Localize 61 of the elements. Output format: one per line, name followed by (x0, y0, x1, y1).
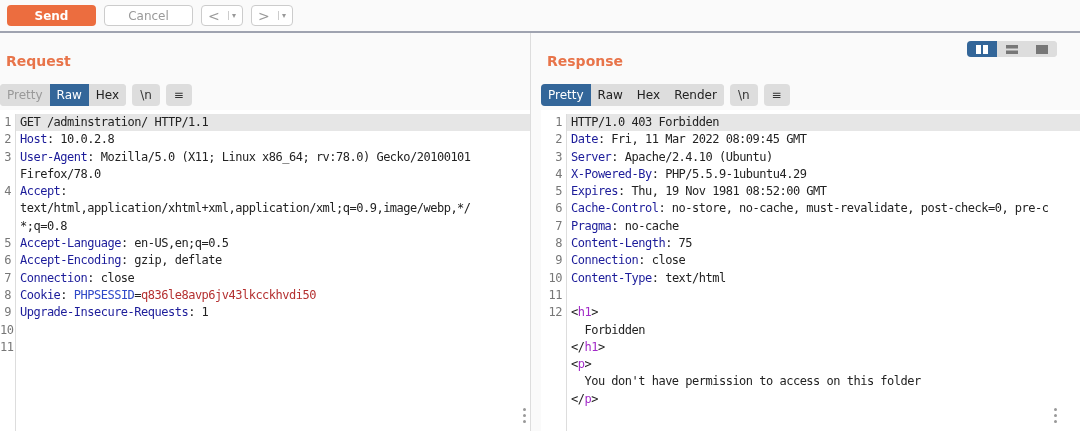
panel-title: Response (547, 53, 624, 71)
code-line: HTTP/1.0 403 Forbidden (571, 115, 719, 129)
menu-button[interactable]: ≡ (763, 84, 790, 106)
view-tab[interactable]: Pretty (541, 84, 591, 106)
menu-button[interactable]: ≡ (165, 84, 192, 106)
code-line: GET /adminstration/ HTTP/1.1 (20, 115, 209, 129)
code-line: Forbidden (583, 322, 645, 337)
code-line: </h1> (571, 339, 605, 354)
line-number: 6 (0, 252, 16, 270)
code-line: Content-Length: 75 (571, 236, 693, 251)
line-number: 4 (541, 165, 567, 184)
newline-button[interactable]: \n (132, 84, 160, 106)
rows-icon (1006, 44, 1018, 54)
line-number: 3 (541, 148, 567, 166)
line-number: 12 (541, 304, 567, 322)
code-line: Date: Fri, 11 Mar 2022 08:09:45 GMT (571, 132, 807, 147)
line-number: 10 (541, 269, 567, 287)
newline-button[interactable]: \n (729, 84, 758, 106)
line-number: 3 (0, 148, 16, 166)
line-number: 8 (0, 286, 16, 305)
code-line: <h1> (571, 305, 598, 320)
line-number: 6 (541, 200, 567, 218)
code-line: </p> (571, 391, 598, 406)
code-line: Cache-Control: no-store, no-cache, must-revalidate, post-check=0, pre-c (571, 201, 1049, 216)
line-number: 7 (0, 269, 16, 287)
code-line: Firefox/78.0 (20, 166, 101, 181)
line-number: 2 (541, 131, 567, 149)
line-number: 8 (541, 235, 567, 253)
code-line: Cookie: PHPSESSID=q836le8avp6jv43lkcckhvdi50 (20, 287, 316, 302)
code-line: Upgrade-Insecure-Requests: 1 (20, 305, 209, 320)
line-number: 7 (541, 217, 567, 236)
single-pane-icon (1036, 44, 1048, 54)
line-number: 5 (541, 183, 567, 201)
line-number: 11 (541, 286, 567, 305)
line-number: 5 (0, 235, 16, 253)
code-line: *;q=0.8 (20, 218, 68, 233)
line-number: 10 (0, 321, 16, 339)
line-number: 9 (541, 252, 567, 270)
code-line: Host: 10.0.2.8 (20, 132, 115, 147)
line-number: 9 (0, 304, 16, 322)
code-line: <p> (571, 357, 592, 372)
code-line: Connection: close (20, 270, 135, 285)
code-line: Connection: close (571, 253, 686, 268)
code-line: Expires: Thu, 19 Nov 1981 08:52:00 GMT (571, 184, 827, 199)
line-number: 4 (0, 183, 16, 201)
code-line: Accept-Encoding: gzip, deflate (20, 253, 222, 268)
layout-button[interactable] (967, 41, 997, 57)
code-line: text/html,application/xhtml+xml,application/xml;q=0.9,image/webp,*/ (20, 201, 471, 216)
code-line: Server: Apache/2.4.10 (Ubuntu) (571, 149, 773, 164)
line-number: 11 (0, 338, 16, 357)
code-line: X-Powered-By: PHP/5.5.9-1ubuntu4.29 (571, 166, 807, 181)
code-line: Pragma: no-cache (571, 218, 679, 233)
code-line: Accept-Language: en-US,en;q=0.5 (20, 236, 229, 251)
code-line: Content-Type: text/html (571, 270, 726, 285)
view-tab[interactable]: Raw (49, 84, 89, 106)
code-line: User-Agent: Mozilla/5.0 (X11; Linux x86_64; rv:78.0) Gecko/20100101 (20, 149, 471, 164)
code-line: Accept: (20, 184, 68, 199)
code-line: You don't have permission to access on this folder (583, 374, 921, 389)
line-number: 2 (0, 131, 16, 149)
columns-icon (976, 44, 988, 54)
panel-title: Request (6, 53, 71, 71)
